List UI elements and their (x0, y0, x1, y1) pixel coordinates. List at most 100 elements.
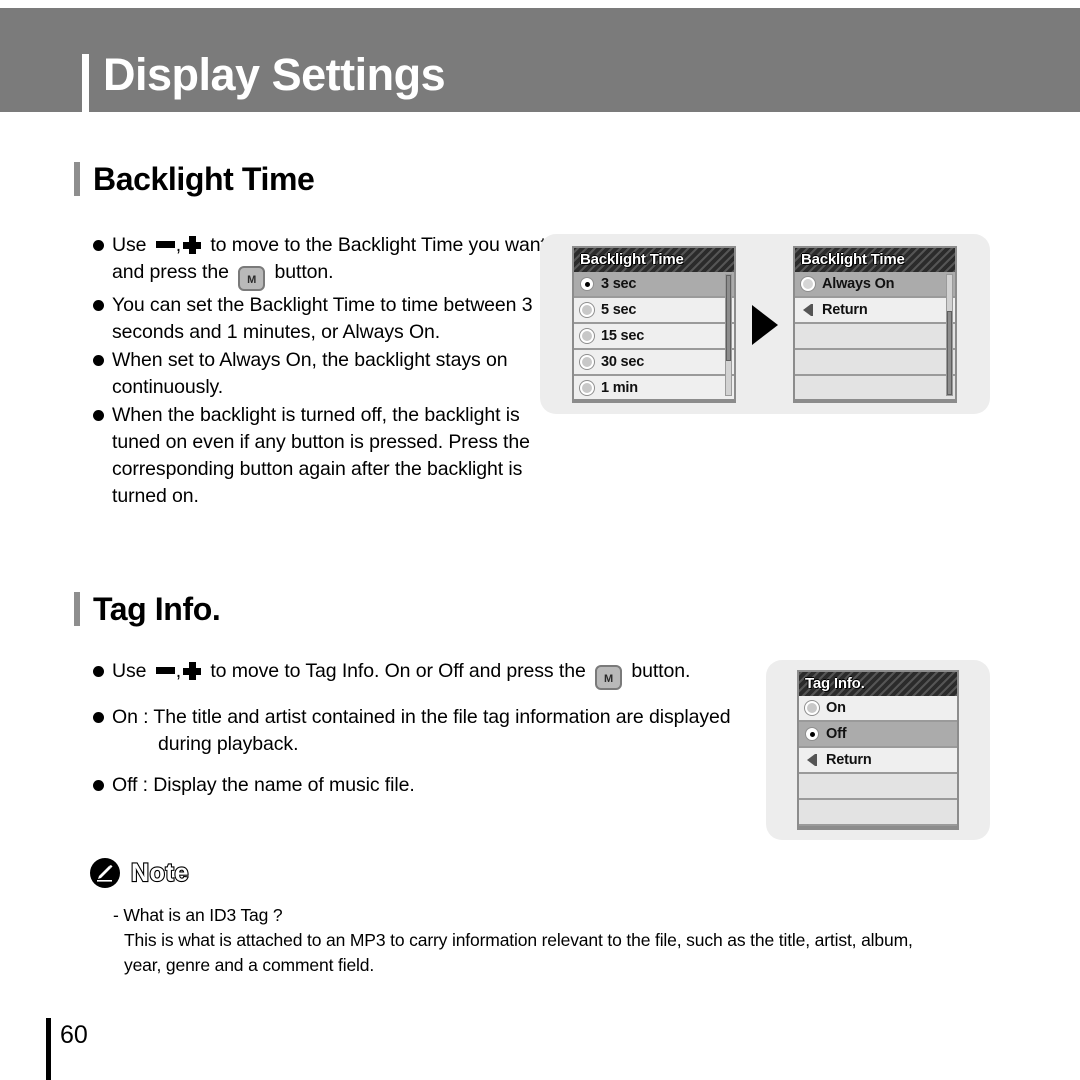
note-label: Note (130, 858, 190, 887)
screen-titlebar: Backlight Time (574, 248, 734, 272)
screen-row-empty (799, 774, 957, 800)
section-accent-bar (74, 592, 80, 626)
section-title-backlight: Backlight Time (93, 161, 315, 197)
screen-row-label: On (826, 700, 846, 716)
page-title: Display Settings (103, 49, 446, 100)
screen-titlebar: Tag Info. (799, 672, 957, 696)
bullet-text: You can set the Backlight Time to time b… (112, 294, 533, 343)
radio-off-icon (805, 701, 819, 715)
screen-scrollbar[interactable] (946, 274, 953, 396)
section-title-taginfo: Tag Info. (93, 591, 221, 627)
screen-row-label: 15 sec (601, 328, 645, 344)
screen-row-label: 30 sec (601, 354, 645, 370)
screen-scrollbar-thumb[interactable] (726, 275, 731, 362)
bullet-item: On : The title and artist contained in t… (93, 704, 793, 758)
screen-row[interactable]: On (799, 696, 957, 722)
screen-row-label: Return (822, 302, 868, 318)
return-arrow-icon (805, 753, 819, 767)
plus-icon (183, 662, 202, 680)
note-pencil-icon (90, 858, 120, 888)
bullet-text-pre: Use (112, 660, 152, 682)
screen-row[interactable]: 3 sec (574, 272, 734, 298)
bullet-item: Use , to move to the Backlight Time you … (93, 232, 553, 291)
note-line-2: This is what is attached to an MP3 to ca… (124, 930, 913, 975)
bullet-item: You can set the Backlight Time to time b… (93, 292, 553, 346)
note-body: - What is an ID3 Tag ? This is what is a… (113, 903, 943, 978)
bullet-list-taginfo: Use , to move to Tag Info. On or Off and… (93, 658, 793, 813)
device-screen-backlight-list: Backlight Time 3 sec 5 sec 15 sec 30 sec… (572, 246, 736, 403)
bullet-text-post: button. (626, 660, 691, 682)
screen-row-empty (795, 324, 955, 350)
screen-row-label: Return (826, 752, 872, 768)
bullet-text: Off : Display the name of music file. (112, 774, 415, 796)
screen-row[interactable]: Off (799, 722, 957, 748)
footer-accent-bar (46, 1018, 51, 1080)
radio-on-icon (805, 727, 819, 741)
header-accent-bar (82, 54, 89, 116)
bullet-text-post: button. (269, 261, 334, 283)
radio-off-icon (580, 381, 594, 395)
screen-row[interactable]: 1 min (574, 376, 734, 399)
bullet-dot (93, 410, 104, 421)
bullet-item: Use , to move to Tag Info. On or Off and… (93, 658, 793, 690)
bullet-text: Use , to move to Tag Info. On or Off and… (112, 658, 690, 690)
screen-row[interactable]: 15 sec (574, 324, 734, 350)
screen-row[interactable]: Always On (795, 272, 955, 298)
m-button-icon: M (238, 266, 266, 291)
note-line-1: - What is an ID3 Tag ? (113, 905, 283, 925)
bullet-dot (93, 355, 104, 366)
screen-row-label: 5 sec (601, 302, 637, 318)
radio-hollow-icon (801, 277, 815, 291)
bullet-dot (93, 240, 104, 251)
page-number: 60 (60, 1021, 88, 1049)
screen-row-label: Off (826, 726, 847, 742)
bullet-item: Off : Display the name of music file. (93, 772, 793, 799)
play-triangle-icon (752, 305, 778, 345)
radio-off-icon (580, 329, 594, 343)
screen-scrollbar[interactable] (725, 274, 732, 396)
bullet-text-pre: Use (112, 234, 152, 256)
screen-row-list: Always On Return (795, 272, 955, 399)
screen-row-empty (795, 376, 955, 399)
radio-off-icon (580, 303, 594, 317)
radio-off-icon (580, 355, 594, 369)
bullet-item: When set to Always On, the backlight sta… (93, 347, 553, 401)
note-pencil-glyph (97, 865, 113, 882)
minus-icon (155, 241, 175, 248)
screen-scrollbar-thumb[interactable] (947, 311, 952, 395)
page-header-band: Display Settings (0, 8, 1080, 116)
bullet-dot (93, 300, 104, 311)
screen-row-label: 3 sec (601, 276, 637, 292)
plus-icon (183, 236, 202, 254)
screen-row[interactable]: 5 sec (574, 298, 734, 324)
section-heading-backlight: Backlight Time (74, 161, 315, 197)
screen-title: Tag Info. (805, 675, 865, 692)
radio-on-icon (580, 277, 594, 291)
bullet-list-backlight: Use , to move to the Backlight Time you … (93, 232, 553, 511)
screen-row-label: 1 min (601, 380, 638, 396)
bullet-text: On : The title and artist contained in t… (112, 704, 731, 758)
screen-row-list: On Off Return (799, 696, 957, 826)
screen-row[interactable]: Return (799, 748, 957, 774)
bullet-text: When set to Always On, the backlight sta… (112, 349, 508, 398)
device-screen-taginfo: Tag Info. On Off Return (797, 670, 959, 830)
section-accent-bar (74, 162, 80, 196)
screen-title: Backlight Time (801, 251, 905, 268)
screen-title: Backlight Time (580, 251, 684, 268)
bullet-dot (93, 666, 104, 677)
bullet-dot (93, 780, 104, 791)
bullet-text: When the backlight is turned off, the ba… (112, 404, 530, 507)
minus-icon (155, 667, 175, 674)
return-arrow-icon (801, 303, 815, 317)
section-heading-taginfo: Tag Info. (74, 591, 221, 627)
m-button-icon: M (595, 665, 623, 690)
screen-row[interactable]: Return (795, 298, 955, 324)
bullet-text-continuation: during playback. (158, 733, 299, 755)
screen-row-label: Always On (822, 276, 895, 292)
bullet-dot (93, 712, 104, 723)
bullet-text-mid: to move to Tag Info. On or Off and press… (205, 660, 592, 682)
screen-row[interactable]: 30 sec (574, 350, 734, 376)
bullet-text: Use , to move to the Backlight Time you … (112, 232, 553, 291)
screen-row-list: 3 sec 5 sec 15 sec 30 sec 1 min (574, 272, 734, 399)
bullet-item: When the backlight is turned off, the ba… (93, 402, 553, 510)
